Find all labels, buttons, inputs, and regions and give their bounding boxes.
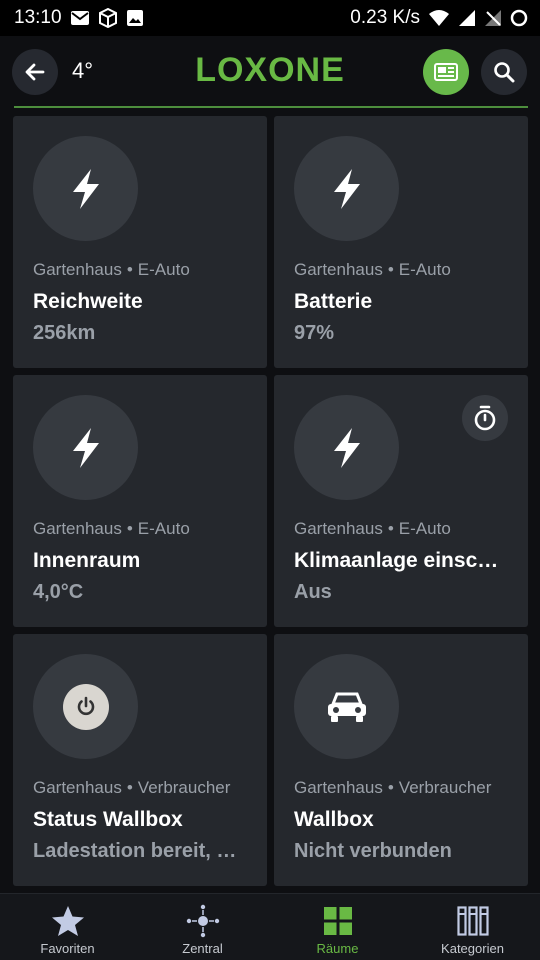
- card-subtitle: Gartenhaus • E-Auto: [33, 519, 190, 538]
- rooms-card-grid: Gartenhaus • E-Auto Reichweite 256km Garte…: [13, 116, 528, 886]
- wifi-icon: [428, 9, 450, 27]
- temperature-label: 4°: [72, 58, 94, 83]
- power-button[interactable]: [62, 683, 109, 730]
- card-title: Klimaanlage einsc…: [294, 549, 499, 572]
- box-icon: [98, 8, 118, 28]
- card-subtitle: Gartenhaus • E-Auto: [33, 260, 190, 279]
- timer-button[interactable]: [462, 395, 508, 441]
- card-icon-circle: [33, 136, 138, 241]
- card-subtitle: Gartenhaus • E-Auto: [294, 519, 451, 538]
- circle-status-icon: [510, 9, 528, 27]
- card-wallbox[interactable]: Gartenhaus • Verbraucher Wallbox Nicht ver…: [274, 634, 528, 886]
- signal-icon: [458, 9, 476, 27]
- card-icon-circle: [33, 395, 138, 500]
- card-value: Aus: [294, 581, 332, 603]
- nav-label: Favoriten: [40, 941, 95, 956]
- card-title: Innenraum: [33, 549, 141, 572]
- bottom-navigation: Favoriten Zentral Räume Kategorien: [0, 893, 540, 960]
- nav-label: Kategorien: [441, 941, 504, 956]
- status-bar: 13:10 0.23 K/s: [0, 0, 540, 36]
- image-icon: [126, 9, 144, 27]
- card-subtitle: Gartenhaus • Verbraucher: [33, 778, 231, 797]
- power-icon: [77, 696, 94, 715]
- card-title: Reichweite: [33, 290, 143, 313]
- rooms-grid-icon: [323, 907, 352, 935]
- categories-icon: [456, 906, 489, 936]
- card-subtitle: Gartenhaus • E-Auto: [294, 260, 451, 279]
- lightning-icon: [333, 168, 360, 209]
- search-icon: [494, 62, 515, 83]
- status-time: 13:10: [14, 7, 62, 28]
- card-title: Batterie: [294, 290, 373, 313]
- nav-favoriten[interactable]: Favoriten: [0, 894, 135, 960]
- star-icon: [51, 906, 84, 936]
- card-status-wallbox[interactable]: Gartenhaus • Verbraucher Status Wallbox La…: [13, 634, 267, 886]
- card-value: 4,0°C: [33, 581, 84, 603]
- nav-raeume[interactable]: Räume: [270, 894, 405, 960]
- loxone-logo: LOXONE: [195, 51, 345, 89]
- card-value: Ladestation bereit, …: [33, 840, 237, 862]
- search-button[interactable]: [481, 49, 527, 95]
- news-button[interactable]: [423, 49, 469, 95]
- header-divider: [14, 106, 528, 108]
- back-button[interactable]: [12, 49, 58, 95]
- mail-icon: [70, 10, 90, 26]
- card-innenraum[interactable]: Gartenhaus • E-Auto Innenraum 4,0°C: [13, 375, 267, 627]
- network-speed: 0.23 K/s: [350, 7, 420, 28]
- card-value: Nicht verbunden: [294, 840, 452, 862]
- card-icon-circle: [33, 654, 138, 759]
- card-icon-circle: [294, 136, 399, 241]
- nav-zentral[interactable]: Zentral: [135, 894, 270, 960]
- card-title: Status Wallbox: [33, 808, 183, 831]
- timer-icon: [474, 405, 496, 431]
- nav-kategorien[interactable]: Kategorien: [405, 894, 540, 960]
- arrow-left-icon: [25, 63, 45, 81]
- card-icon-circle: [294, 395, 399, 500]
- nav-label: Zentral: [182, 941, 223, 956]
- no-sim-icon: [484, 9, 502, 27]
- card-reichweite[interactable]: Gartenhaus • E-Auto Reichweite 256km: [13, 116, 267, 368]
- nav-label: Räume: [316, 941, 359, 956]
- card-klimaanlage[interactable]: Gartenhaus • E-Auto Klimaanlage einsc… Aus: [274, 375, 528, 627]
- card-icon-circle: [294, 654, 399, 759]
- app-header: 4° LOXONE: [0, 36, 540, 108]
- card-value: 256km: [33, 322, 96, 344]
- card-value: 97%: [294, 322, 335, 344]
- central-hub-icon: [186, 904, 219, 938]
- card-title: Wallbox: [294, 808, 374, 831]
- car-icon: [327, 692, 366, 722]
- lightning-icon: [72, 427, 99, 468]
- newspaper-icon: [434, 63, 458, 81]
- lightning-icon: [333, 427, 360, 468]
- lightning-icon: [72, 168, 99, 209]
- card-batterie[interactable]: Gartenhaus • E-Auto Batterie 97%: [274, 116, 528, 368]
- card-subtitle: Gartenhaus • Verbraucher: [294, 778, 492, 797]
